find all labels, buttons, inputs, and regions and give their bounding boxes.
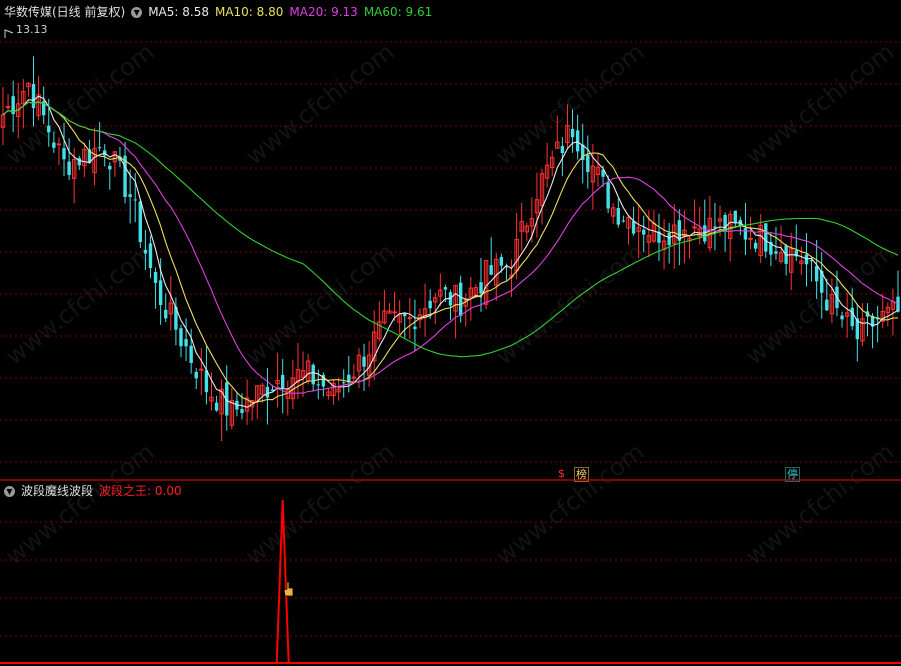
candle-body <box>825 299 829 311</box>
candle-body <box>158 280 163 305</box>
candle-body <box>616 208 621 225</box>
candle-body <box>764 223 768 252</box>
candle-body <box>265 386 270 398</box>
candle-body <box>138 201 143 243</box>
candle-body <box>499 256 504 266</box>
candle-body <box>723 214 727 232</box>
candle-body <box>143 250 148 254</box>
candle-body <box>458 282 463 316</box>
indicator-series-line <box>0 499 901 664</box>
candle-body <box>489 265 493 275</box>
candle-body <box>713 226 717 228</box>
candle-body <box>52 142 56 148</box>
candle-body <box>413 326 417 330</box>
candle-body <box>748 237 753 240</box>
candle-body <box>642 229 646 235</box>
candle-body <box>153 271 158 283</box>
candle-body <box>586 154 590 173</box>
candle-body <box>850 307 854 327</box>
ma-line-ma20 <box>2 101 899 394</box>
candle-body <box>179 328 183 347</box>
candle-body <box>774 251 778 254</box>
event-mark-list[interactable]: 榜 <box>574 467 589 482</box>
candle-body <box>407 317 413 320</box>
candle-body <box>280 374 285 388</box>
event-mark-suspend[interactable]: 停 <box>785 467 800 482</box>
candle-body <box>753 242 758 249</box>
high-price-label: 13.13 <box>16 23 48 36</box>
candle-body <box>56 143 62 146</box>
candle-body <box>316 384 320 386</box>
candle-body <box>204 370 209 393</box>
candle-body <box>840 315 844 320</box>
candle-body <box>667 232 671 246</box>
candle-body <box>743 228 748 240</box>
candle-body <box>479 282 483 294</box>
candle-body <box>62 148 66 160</box>
candle-body <box>214 402 219 411</box>
candle-body <box>733 210 737 223</box>
candle-body <box>128 194 132 197</box>
candle-body <box>631 221 636 234</box>
candle-body <box>184 339 188 347</box>
candle-body <box>164 309 168 319</box>
candle-body <box>194 371 198 379</box>
candle-body <box>392 311 397 314</box>
candle-body <box>97 147 102 149</box>
candle-body <box>560 146 565 154</box>
candle-body <box>428 300 432 309</box>
candle-body <box>814 266 819 282</box>
candle-body <box>133 199 137 201</box>
event-mark-dollar[interactable]: $ <box>557 467 566 480</box>
high-pointer-icon <box>4 29 14 38</box>
candle-body <box>148 243 153 269</box>
candle-body <box>575 130 580 152</box>
candle-body <box>443 287 448 290</box>
candle-body <box>362 356 366 367</box>
indicator-grid <box>0 521 901 637</box>
candle-body <box>606 182 610 209</box>
candle-body <box>189 345 193 364</box>
candle-body <box>199 368 204 371</box>
candle-body <box>240 409 244 414</box>
candle-body <box>621 220 626 222</box>
candle-body <box>47 125 51 133</box>
candle-body <box>67 161 71 175</box>
candle-body <box>108 165 112 170</box>
candlesticks <box>0 56 900 442</box>
candle-body <box>570 128 575 138</box>
candle-body <box>342 382 346 384</box>
candle-body <box>351 376 357 379</box>
candle-body <box>31 84 36 109</box>
kline-chart[interactable]: 13.13 <box>0 0 901 666</box>
